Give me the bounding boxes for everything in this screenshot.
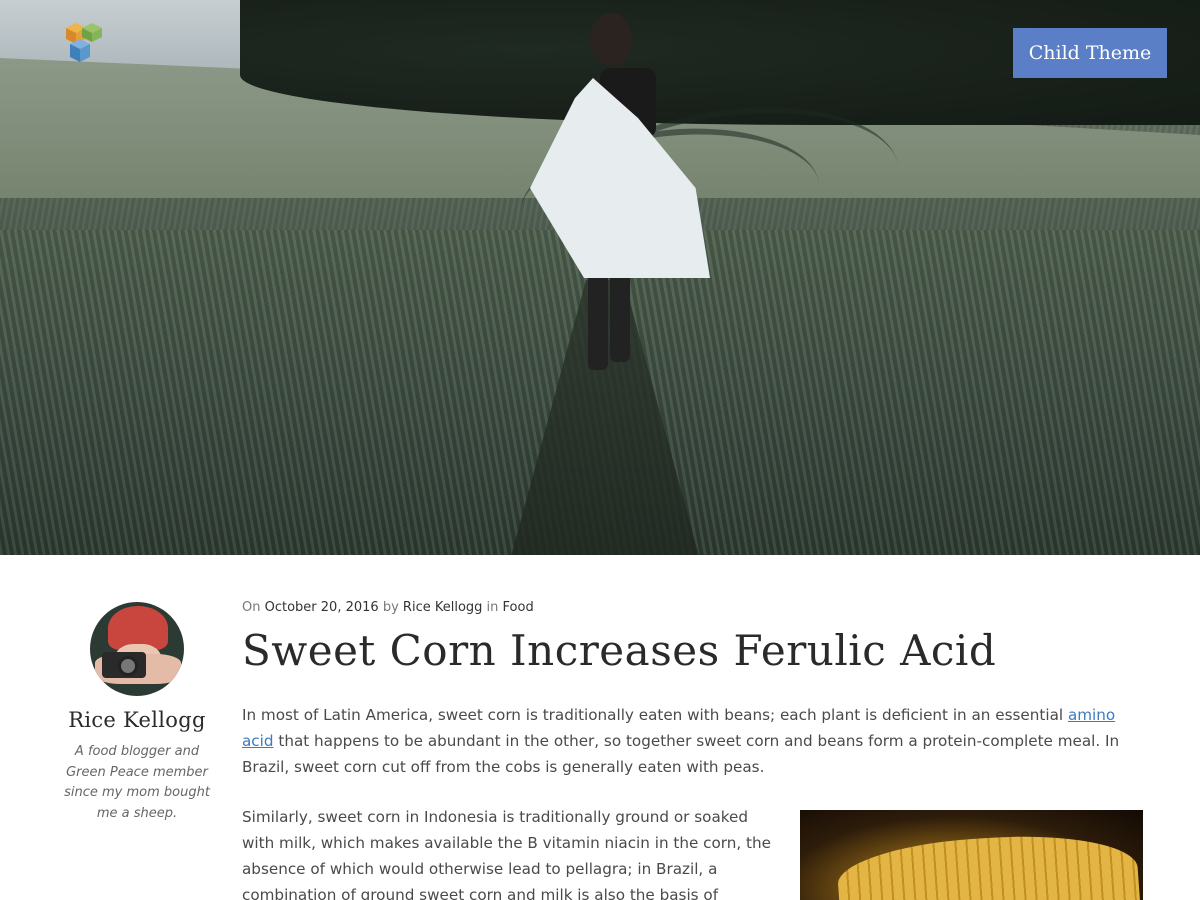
meta-on-label: On xyxy=(242,600,261,615)
site-logo-icon[interactable] xyxy=(56,22,102,68)
author-bio: A food blogger and Green Peace member si… xyxy=(64,744,210,821)
author-card: Rice Kellogg A food blogger and Green Pe… xyxy=(56,602,218,824)
corn-cob-image xyxy=(800,810,1143,900)
post-paragraph: Similarly, sweet corn in Indonesia is tr… xyxy=(242,808,771,900)
hero-image xyxy=(0,0,1200,555)
cubes-icon xyxy=(66,23,102,62)
post-category-link[interactable]: Food xyxy=(503,600,534,615)
author-name[interactable]: Rice Kellogg xyxy=(56,708,218,732)
post-article: On October 20, 2016 by Rice Kellogg in F… xyxy=(242,600,1147,900)
post-date-link[interactable]: October 20, 2016 xyxy=(265,600,379,615)
child-theme-button[interactable]: Child Theme xyxy=(1013,28,1167,78)
hero-woman-figure xyxy=(490,8,730,398)
post-paragraph: In most of Latin America, sweet corn is … xyxy=(242,706,1120,776)
author-avatar[interactable] xyxy=(90,602,184,696)
post-author-link[interactable]: Rice Kellogg xyxy=(403,600,482,615)
meta-in-label: in xyxy=(486,600,499,615)
meta-by-label: by xyxy=(382,600,399,615)
post-meta: On October 20, 2016 by Rice Kellogg in F… xyxy=(242,600,1147,615)
post-title: Sweet Corn Increases Ferulic Acid xyxy=(242,626,997,675)
